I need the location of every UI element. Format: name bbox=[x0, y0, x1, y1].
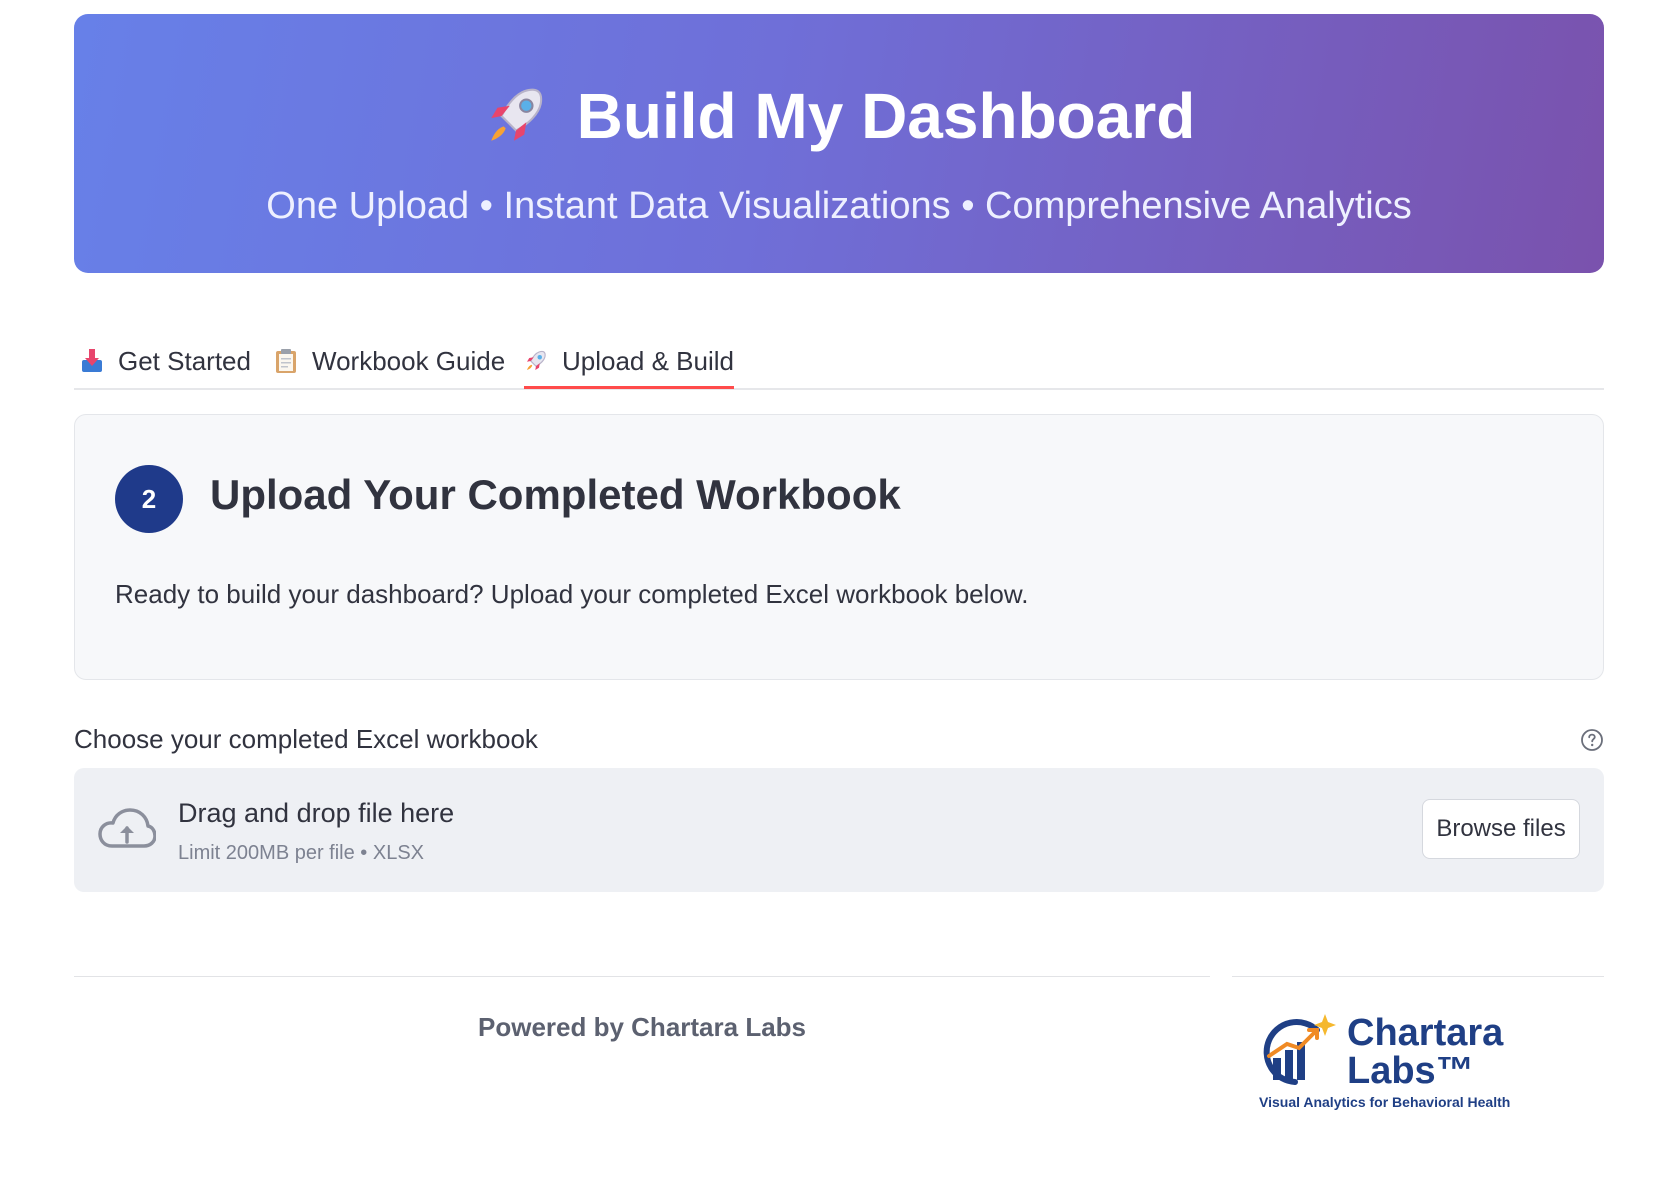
header-banner: Build My Dashboard One Upload • Instant … bbox=[74, 14, 1604, 273]
step-number-badge: 2 bbox=[115, 465, 183, 533]
file-dropzone[interactable]: Drag and drop file here Limit 200MB per … bbox=[74, 768, 1604, 892]
tab-label: Workbook Guide bbox=[312, 345, 506, 376]
tab-label: Upload & Build bbox=[562, 345, 734, 376]
clipboard-icon bbox=[276, 349, 296, 373]
powered-by-text: Powered by Chartara Labs bbox=[478, 1012, 806, 1042]
footer-divider-left bbox=[74, 976, 1210, 977]
page-subtitle: One Upload • Instant Data Visualizations… bbox=[266, 185, 1412, 227]
cloud-upload-icon bbox=[98, 808, 156, 848]
tab-upload-build[interactable]: Upload & Build bbox=[524, 336, 734, 389]
rocket-icon bbox=[490, 88, 542, 141]
chartara-logo-mark-icon bbox=[1263, 1014, 1336, 1085]
step-description: Ready to build your dashboard? Upload yo… bbox=[115, 579, 1029, 609]
browse-files-button[interactable]: Browse files bbox=[1422, 799, 1580, 859]
uploader-label: Choose your completed Excel workbook bbox=[74, 724, 538, 754]
chartara-labs-logo: Chartara Labs™ Visual Analytics for Beha… bbox=[1255, 1008, 1535, 1118]
tab-bar: Get Started Workbook Guide Upload & Buil… bbox=[74, 336, 1604, 390]
tab-get-started[interactable]: Get Started bbox=[80, 336, 251, 386]
logo-name-line1: Chartara bbox=[1347, 1012, 1504, 1054]
page-title: Build My Dashboard bbox=[576, 80, 1196, 152]
tab-workbook-guide[interactable]: Workbook Guide bbox=[274, 336, 505, 386]
inbox-tray-icon bbox=[82, 349, 102, 372]
help-icon[interactable] bbox=[1580, 728, 1604, 752]
rocket-icon bbox=[527, 350, 546, 370]
step-title: Upload Your Completed Workbook bbox=[210, 471, 901, 518]
step-card: 2 Upload Your Completed Workbook Ready t… bbox=[74, 414, 1604, 680]
logo-name-line2: Labs™ bbox=[1347, 1050, 1474, 1092]
logo-wordmark: Chartara Labs™ bbox=[1347, 1014, 1503, 1090]
dropzone-limit-text: Limit 200MB per file • XLSX bbox=[178, 842, 424, 864]
logo-tagline: Visual Analytics for Behavioral Health bbox=[1259, 1094, 1511, 1110]
page-title-row: Build My Dashboard bbox=[74, 76, 1604, 156]
dropzone-instructions: Drag and drop file here bbox=[178, 798, 455, 828]
tab-label: Get Started bbox=[118, 345, 251, 376]
footer-divider-right bbox=[1232, 976, 1604, 977]
